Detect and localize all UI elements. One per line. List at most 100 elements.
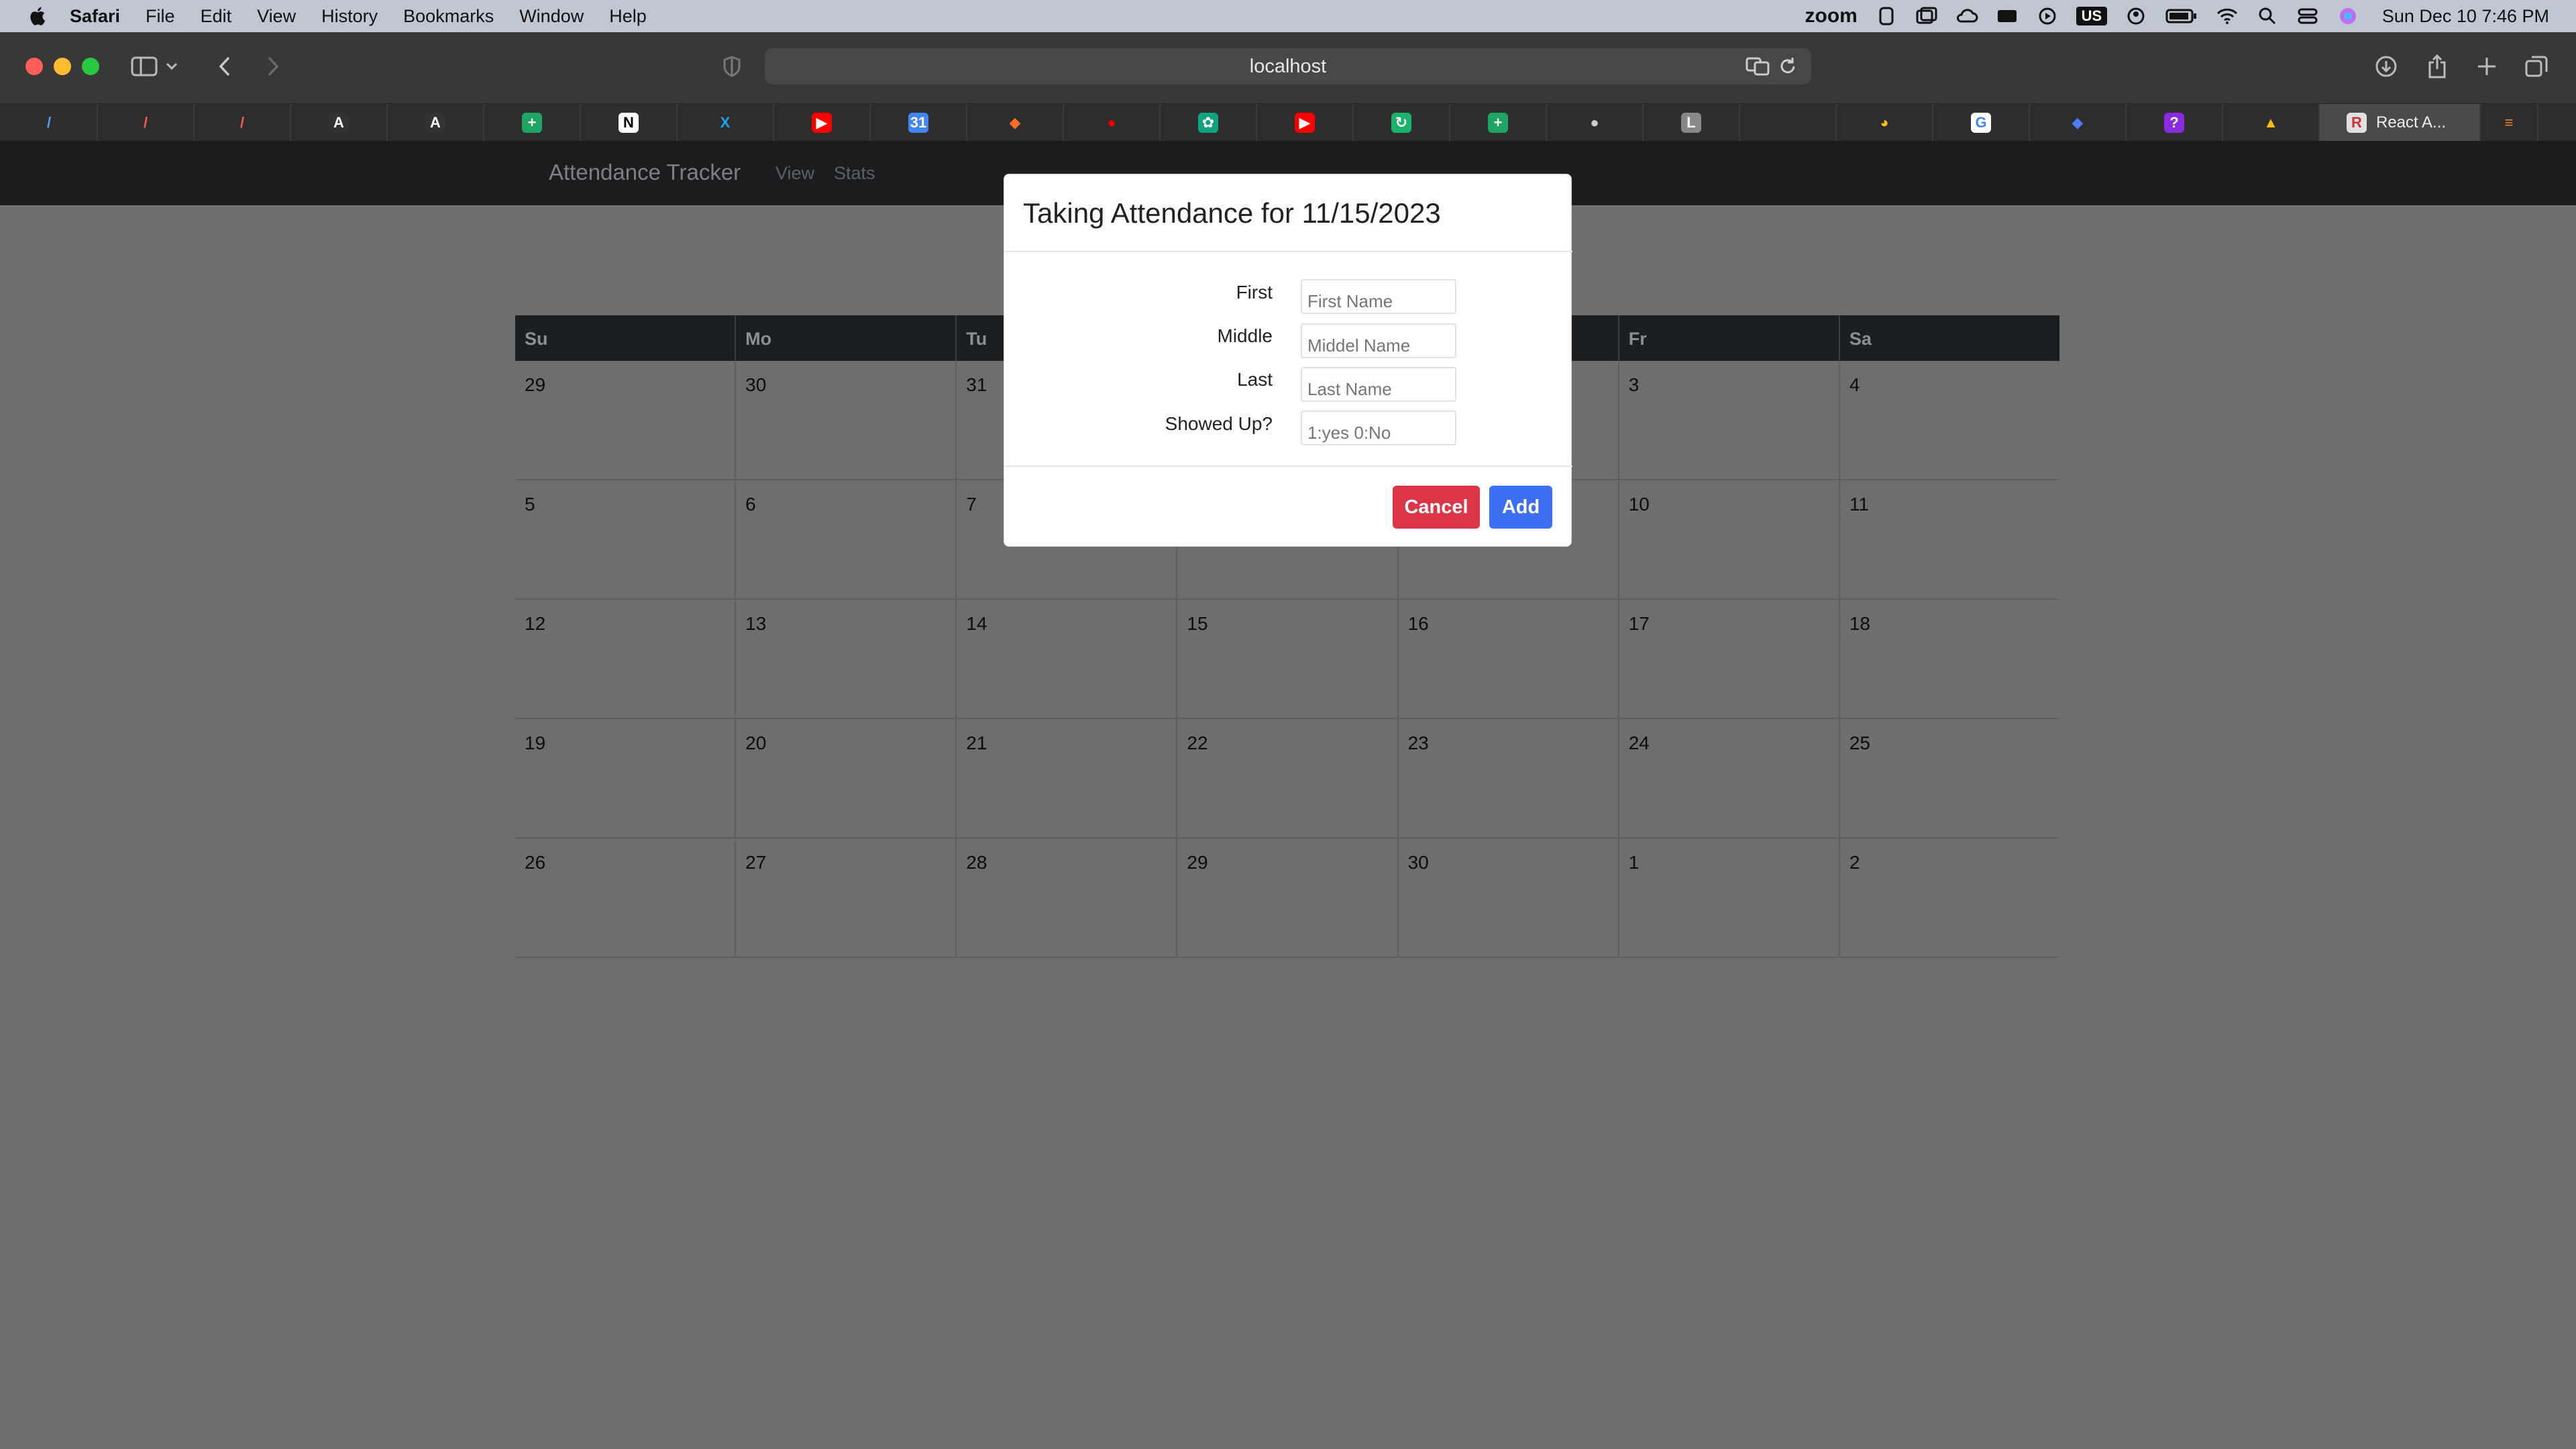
favorite-item[interactable]: ▶: [774, 104, 871, 142]
calendar-day-cell[interactable]: 30: [736, 361, 957, 480]
privacy-shield-icon[interactable]: [716, 51, 747, 82]
cloud-gear-icon[interactable]: [1955, 7, 1978, 25]
favorite-item[interactable]: G: [1933, 104, 2030, 142]
calendar-day-cell[interactable]: 6: [736, 480, 957, 600]
app-brand[interactable]: Attendance Tracker: [549, 160, 741, 185]
favorite-item[interactable]: [1740, 104, 1837, 142]
control-center-icon[interactable]: [2296, 7, 2319, 25]
calendar-day-cell[interactable]: 20: [736, 719, 957, 839]
menu-edit[interactable]: Edit: [201, 6, 232, 27]
nav-link-stats[interactable]: Stats: [834, 163, 875, 184]
menu-history[interactable]: History: [321, 6, 378, 27]
play-status-icon[interactable]: [2036, 7, 2059, 25]
favorite-item[interactable]: /: [195, 104, 291, 142]
favorite-item[interactable]: ▲: [2223, 104, 2320, 142]
downloads-icon[interactable]: [2371, 51, 2402, 82]
calendar-day-cell[interactable]: 27: [736, 839, 957, 958]
calendar-day-cell[interactable]: 13: [736, 600, 957, 719]
favorite-item[interactable]: L: [1644, 104, 1740, 142]
input-source-icon[interactable]: US: [2076, 7, 2107, 25]
first-name-input[interactable]: [1301, 279, 1456, 314]
sidebar-toggle-icon[interactable]: [129, 51, 160, 82]
siri-icon[interactable]: [2337, 7, 2359, 25]
calendar-day-cell[interactable]: 15: [1177, 600, 1399, 719]
share-icon[interactable]: [2422, 51, 2453, 82]
calendar-day-cell[interactable]: 29: [1177, 839, 1399, 958]
favorite-item[interactable]: ✿: [1161, 104, 1257, 142]
keyboard-status-icon[interactable]: [1996, 7, 2019, 25]
forward-button-icon[interactable]: [258, 51, 288, 82]
menu-window[interactable]: Window: [519, 6, 584, 27]
favorite-item[interactable]: ◕: [1837, 104, 1933, 142]
minimize-window-button[interactable]: [54, 58, 71, 75]
tab-overview-icon[interactable]: [2521, 51, 2552, 82]
favorite-item[interactable]: ≡: [2481, 104, 2538, 142]
calendar-day-cell[interactable]: 10: [1619, 480, 1840, 600]
calendar-day-cell[interactable]: 3: [1619, 361, 1840, 480]
calendar-day-cell[interactable]: 11: [1839, 480, 2059, 600]
favorite-item[interactable]: /: [98, 104, 195, 142]
menu-view[interactable]: View: [257, 6, 296, 27]
menu-bookmarks[interactable]: Bookmarks: [403, 6, 494, 27]
translate-icon[interactable]: [1746, 57, 1770, 81]
calendar-day-cell[interactable]: 28: [957, 839, 1178, 958]
evernote-status-icon[interactable]: [1875, 7, 1898, 25]
calendar-day-cell[interactable]: 25: [1839, 719, 2059, 839]
close-window-button[interactable]: [25, 58, 43, 75]
favorite-item[interactable]: A: [291, 104, 388, 142]
favorite-item[interactable]: +: [1450, 104, 1547, 142]
favorite-item[interactable]: /: [1, 104, 98, 142]
calendar-day-cell[interactable]: 17: [1619, 600, 1840, 719]
new-tab-icon[interactable]: [2471, 51, 2502, 82]
maximize-window-button[interactable]: [82, 58, 99, 75]
favorite-item[interactable]: ●: [1064, 104, 1161, 142]
middle-name-input[interactable]: [1301, 323, 1456, 358]
calendar-day-cell[interactable]: 30: [1398, 839, 1619, 958]
favorite-item[interactable]: ▶: [1257, 104, 1354, 142]
menu-help[interactable]: Help: [609, 6, 647, 27]
cancel-button[interactable]: Cancel: [1393, 486, 1480, 529]
spotlight-search-icon[interactable]: [2256, 7, 2279, 25]
favorite-item[interactable]: +: [484, 104, 581, 142]
calendar-day-cell[interactable]: 22: [1177, 719, 1399, 839]
user-account-icon[interactable]: [2125, 7, 2147, 25]
favorite-item[interactable]: ●: [1547, 104, 1644, 142]
calendar-day-cell[interactable]: 18: [1839, 600, 2059, 719]
calendar-day-cell[interactable]: 23: [1398, 719, 1619, 839]
address-bar[interactable]: localhost: [765, 48, 1811, 85]
chevron-down-icon[interactable]: [164, 51, 180, 82]
calendar-day-cell[interactable]: 16: [1398, 600, 1619, 719]
menubar-clock[interactable]: Sun Dec 10 7:46 PM: [2382, 6, 2549, 27]
calendar-day-cell[interactable]: 4: [1839, 361, 2059, 480]
favorite-item[interactable]: 31: [871, 104, 967, 142]
favorite-item[interactable]: ↻: [1354, 104, 1450, 142]
favorite-item[interactable]: ?: [2127, 104, 2223, 142]
calendar-day-cell[interactable]: 29: [515, 361, 737, 480]
calendar-day-cell[interactable]: 2: [1839, 839, 2059, 958]
calendar-day-cell[interactable]: 24: [1619, 719, 1840, 839]
last-name-input[interactable]: [1301, 367, 1456, 402]
favorite-item[interactable]: N: [581, 104, 678, 142]
showed-up-input[interactable]: [1301, 411, 1456, 445]
menu-app-safari[interactable]: Safari: [70, 6, 120, 27]
wifi-icon[interactable]: [2216, 7, 2239, 25]
active-tab[interactable]: R React A...: [2320, 104, 2481, 142]
zoom-status-icon[interactable]: zoom: [1805, 5, 1858, 27]
reload-icon[interactable]: [1778, 56, 1798, 82]
favorite-item[interactable]: ◆: [2030, 104, 2127, 142]
calendar-day-cell[interactable]: 21: [957, 719, 1178, 839]
back-button-icon[interactable]: [209, 51, 240, 82]
calendar-day-cell[interactable]: 12: [515, 600, 737, 719]
add-button[interactable]: Add: [1489, 486, 1552, 529]
calendar-day-cell[interactable]: 1: [1619, 839, 1840, 958]
calendar-day-cell[interactable]: 26: [515, 839, 737, 958]
favorite-item[interactable]: ◆: [967, 104, 1064, 142]
menu-file[interactable]: File: [146, 6, 175, 27]
nav-link-view[interactable]: View: [775, 163, 814, 184]
battery-icon[interactable]: [2165, 7, 2198, 25]
calendar-day-cell[interactable]: 14: [957, 600, 1178, 719]
favorite-item[interactable]: X: [678, 104, 774, 142]
favorite-item[interactable]: A: [388, 104, 484, 142]
window-status-icon[interactable]: [1915, 7, 1938, 25]
calendar-day-cell[interactable]: 19: [515, 719, 737, 839]
